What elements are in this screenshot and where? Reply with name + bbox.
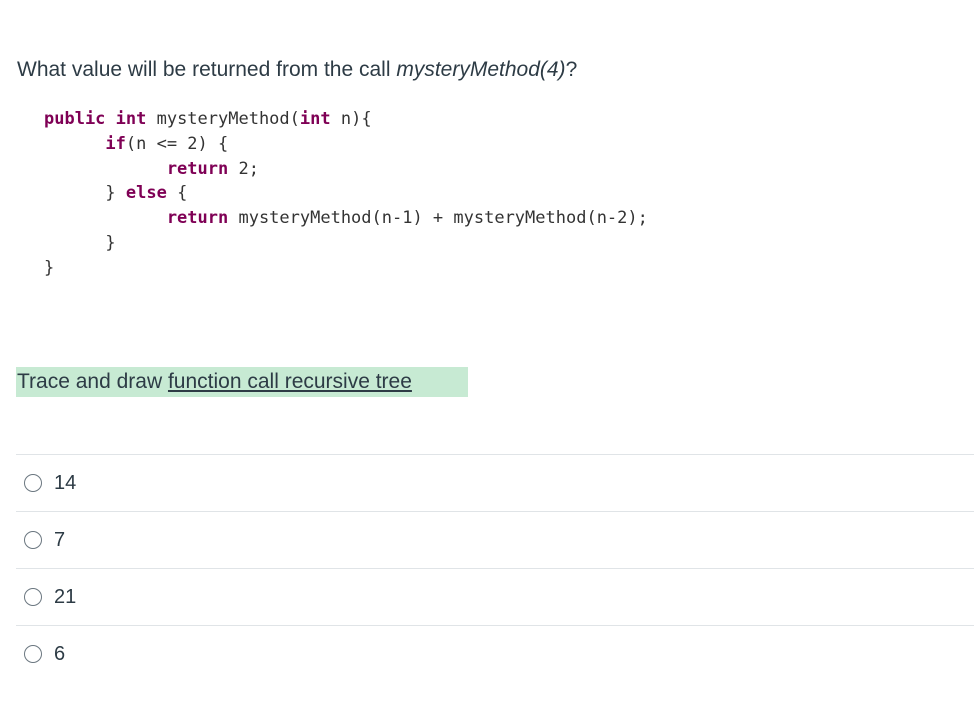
code-text: 2; bbox=[238, 158, 259, 179]
code-keyword: else bbox=[125, 183, 178, 204]
radio-button[interactable] bbox=[24, 531, 42, 549]
answer-list: 14 7 21 6 bbox=[16, 454, 974, 682]
code-line: return mysteryMethod(n-1) + mysteryMetho… bbox=[44, 206, 648, 231]
code-keyword: return bbox=[44, 158, 239, 179]
code-text: n){ bbox=[340, 109, 372, 129]
answer-option[interactable]: 6 bbox=[16, 625, 974, 682]
code-line: if(n <= 2) { bbox=[44, 132, 648, 157]
code-snippet: public int mysteryMethod(int n){ if(n <=… bbox=[44, 107, 648, 281]
code-text: } bbox=[44, 183, 126, 204]
code-keyword: public int bbox=[44, 109, 157, 129]
code-text: mysteryMethod(n-1) + mysteryMethod(n-2); bbox=[238, 208, 648, 229]
question-suffix: ? bbox=[565, 58, 578, 81]
question-prefix: What value will be returned from the cal… bbox=[17, 58, 397, 81]
code-text: } bbox=[44, 232, 116, 253]
answer-label: 6 bbox=[54, 643, 66, 665]
answer-label: 7 bbox=[54, 529, 66, 551]
radio-button[interactable] bbox=[24, 645, 42, 663]
code-text: (n <= 2) { bbox=[125, 133, 229, 154]
code-keyword: int bbox=[299, 109, 341, 129]
recursive-tree-link[interactable]: function call recursive tree bbox=[168, 370, 412, 393]
hint-highlight: Trace and draw function call recursive t… bbox=[16, 367, 468, 397]
code-line: } else { bbox=[44, 181, 648, 206]
code-line: } bbox=[44, 256, 648, 281]
radio-button[interactable] bbox=[24, 588, 42, 606]
answer-label: 14 bbox=[54, 472, 77, 494]
answer-label: 21 bbox=[54, 586, 77, 608]
question-call: mysteryMethod(4) bbox=[396, 58, 566, 81]
code-text: { bbox=[177, 183, 188, 204]
answer-option[interactable]: 7 bbox=[16, 511, 974, 568]
answer-option[interactable]: 21 bbox=[16, 568, 974, 625]
answer-option[interactable]: 14 bbox=[16, 454, 974, 511]
hint-text: Trace and draw bbox=[17, 370, 168, 393]
radio-button[interactable] bbox=[24, 474, 42, 492]
code-text: mysteryMethod( bbox=[156, 109, 300, 129]
code-keyword: if bbox=[44, 133, 126, 154]
code-line: public int mysteryMethod(int n){ bbox=[44, 107, 648, 132]
code-line: } bbox=[44, 231, 648, 256]
code-text: } bbox=[44, 257, 55, 278]
question-text: What value will be returned from the cal… bbox=[17, 57, 577, 83]
code-keyword: return bbox=[44, 208, 239, 229]
code-line: return 2; bbox=[44, 157, 648, 182]
